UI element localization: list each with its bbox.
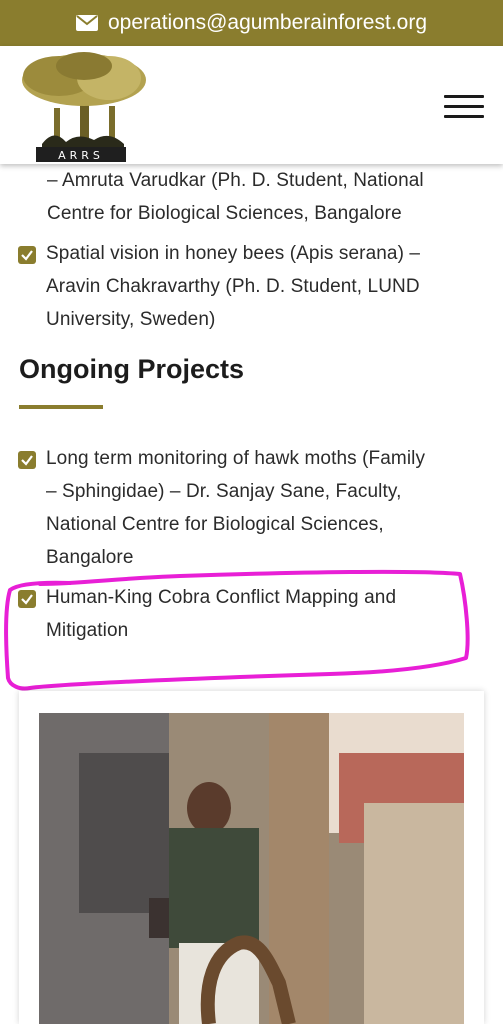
list-item-line: Human-King Cobra Conflict Mapping and <box>46 587 397 608</box>
list-item: Human-King Cobra Conflict Mapping and Mi… <box>18 581 478 647</box>
list-item: Spatial vision in honey bees (Apis seran… <box>18 237 478 336</box>
king-cobra-rescue-photo <box>39 713 464 1024</box>
list-item-line: National Centre for Biological Sciences, <box>46 514 384 535</box>
arrs-logo[interactable]: ARRS <box>14 48 148 164</box>
list-item-line: Mitigation <box>46 620 129 641</box>
list-item: Long term monitoring of hawk moths (Fami… <box>18 442 478 574</box>
checkbox-icon <box>18 451 36 469</box>
section-heading: Ongoing Projects <box>19 354 245 384</box>
list-item-line: Centre for Biological Sciences, Bangalor… <box>47 203 402 224</box>
heading-underline <box>19 405 103 409</box>
list-item-line: – Sphingidae) – Dr. Sanjay Sane, Faculty… <box>46 481 402 502</box>
logo-wordmark: ARRS <box>58 149 104 162</box>
checkbox-icon <box>18 246 36 264</box>
list-item: – Amruta Varudkar (Ph. D. Student, Natio… <box>47 164 503 230</box>
checkbox-icon <box>18 590 36 608</box>
site-header: ARRS <box>0 46 503 164</box>
list-item-line: Spatial vision in honey bees (Apis seran… <box>46 243 421 264</box>
list-item-line: University, Sweden) <box>46 309 216 330</box>
list-item-line: Long term monitoring of hawk moths (Fami… <box>46 448 426 469</box>
contact-email-bar[interactable]: operations@agumberainforest.org <box>0 0 503 46</box>
contact-email[interactable]: operations@agumberainforest.org <box>108 11 427 35</box>
hamburger-menu-icon[interactable] <box>444 95 484 119</box>
list-item-line: Aravin Chakravarthy (Ph. D. Student, LUN… <box>46 276 420 297</box>
envelope-icon <box>76 15 98 31</box>
project-photo-card <box>19 691 484 1024</box>
list-item-line: Bangalore <box>46 547 134 568</box>
list-item-line: – Amruta Varudkar (Ph. D. Student, Natio… <box>47 170 424 191</box>
